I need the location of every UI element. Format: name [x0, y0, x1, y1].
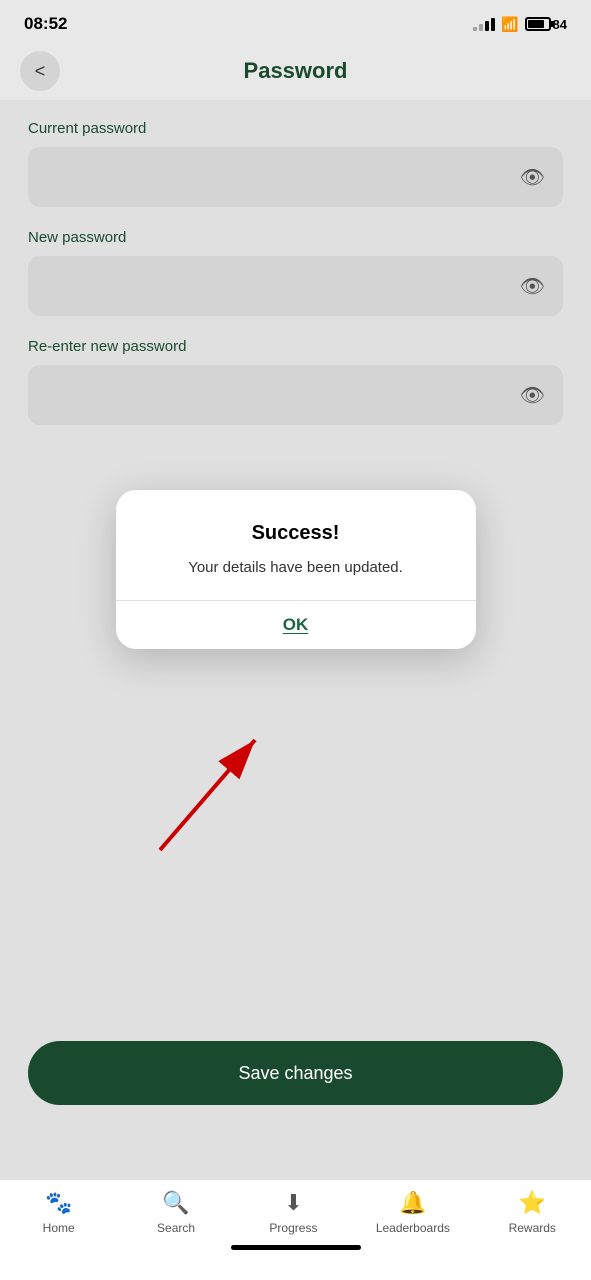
nav-label-leaderboards: Leaderboards — [376, 1221, 450, 1235]
new-password-field[interactable]: 👁 — [28, 256, 563, 316]
annotation-arrow — [100, 680, 300, 860]
search-icon: 🔍 — [162, 1190, 189, 1216]
nav-item-home[interactable]: 🐾 Home — [24, 1190, 94, 1235]
nav-item-leaderboards[interactable]: 🔔 Leaderboards — [376, 1190, 450, 1235]
chevron-left-icon: < — [35, 62, 46, 80]
nav-label-home: Home — [43, 1221, 75, 1235]
nav-item-progress[interactable]: ⬇ Progress — [258, 1190, 328, 1235]
dialog-ok-button[interactable]: OK — [283, 615, 309, 635]
eye-icon-reenter[interactable]: 👁 — [520, 383, 545, 408]
home-indicator — [231, 1245, 361, 1250]
dialog-title: Success! — [140, 522, 452, 545]
status-bar: 08:52 📶 84 — [0, 0, 591, 42]
eye-icon-current[interactable]: 👁 — [520, 165, 545, 190]
nav-label-rewards: Rewards — [509, 1221, 556, 1235]
reenter-password-field[interactable]: 👁 — [28, 365, 563, 425]
progress-icon: ⬇ — [284, 1190, 302, 1216]
nav-item-rewards[interactable]: ⭐ Rewards — [497, 1190, 567, 1235]
rewards-icon: ⭐ — [519, 1190, 546, 1216]
nav-label-search: Search — [157, 1221, 195, 1235]
page-title: Password — [244, 58, 348, 84]
home-icon: 🐾 — [45, 1190, 72, 1216]
current-password-field[interactable]: 👁 — [28, 147, 563, 207]
reenter-password-label: Re-enter new password — [28, 338, 563, 355]
battery-indicator: 84 — [525, 17, 567, 32]
page-header: < Password — [0, 42, 591, 100]
main-content: Current password 👁 New password 👁 Re-ent… — [0, 100, 591, 467]
dialog-message: Your details have been updated. — [140, 557, 452, 580]
dialog-footer: OK — [116, 601, 476, 649]
dialog-body: Success! Your details have been updated. — [116, 490, 476, 600]
nav-item-search[interactable]: 🔍 Search — [141, 1190, 211, 1235]
new-password-label: New password — [28, 229, 563, 246]
wifi-icon: 📶 — [501, 16, 518, 33]
save-button-container: Save changes — [28, 1041, 563, 1105]
signal-icon — [473, 17, 495, 31]
current-password-label: Current password — [28, 120, 563, 137]
nav-label-progress: Progress — [269, 1221, 317, 1235]
bottom-nav: 🐾 Home 🔍 Search ⬇ Progress 🔔 Leaderboard… — [0, 1179, 591, 1280]
back-button[interactable]: < — [20, 51, 60, 91]
save-changes-button[interactable]: Save changes — [28, 1041, 563, 1105]
success-dialog: Success! Your details have been updated.… — [116, 490, 476, 649]
battery-level: 84 — [553, 17, 567, 32]
leaderboards-icon: 🔔 — [399, 1190, 426, 1216]
eye-icon-new[interactable]: 👁 — [520, 274, 545, 299]
nav-items: 🐾 Home 🔍 Search ⬇ Progress 🔔 Leaderboard… — [0, 1190, 591, 1235]
status-time: 08:52 — [24, 14, 67, 34]
status-icons: 📶 84 — [473, 16, 567, 33]
battery-icon — [525, 17, 551, 31]
